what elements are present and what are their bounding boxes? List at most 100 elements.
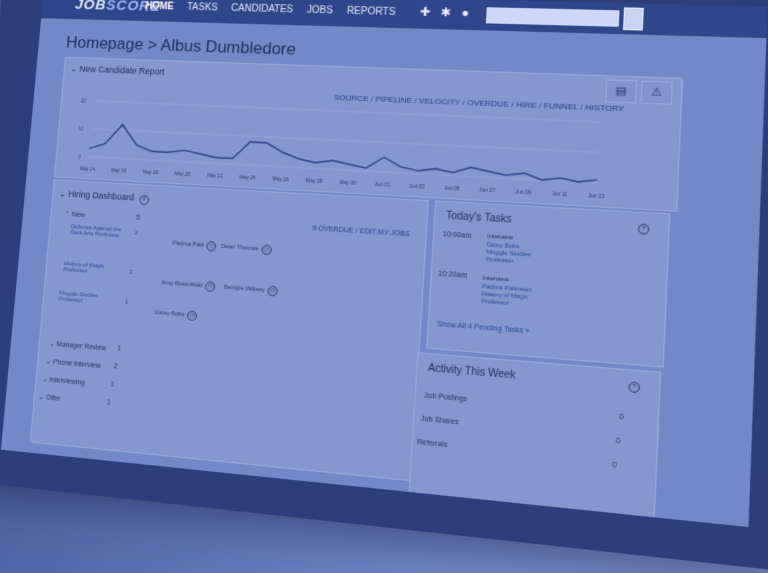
candidate-name: Benigie Wiltsey — [223, 284, 265, 294]
nav-home[interactable]: HOME — [145, 1, 174, 12]
candidate-chip[interactable]: Amy Rosenblatt ◷ — [161, 278, 216, 293]
report-header[interactable]: ⌄ New Candidate Report — [70, 64, 165, 78]
x-tick-label: May 14 — [79, 166, 95, 173]
stage-name: Interviewing — [49, 376, 86, 387]
candidate-name: Daisy Bobs — [154, 309, 185, 319]
y-tick-label: 0 — [78, 154, 81, 160]
x-tick-label: May 22 — [207, 173, 224, 180]
collapse-chevron-icon: ⌄ — [58, 188, 67, 199]
page-title: Homepage > Albus Dumbledore — [65, 33, 297, 59]
x-tick-label: Jun 05 — [444, 185, 461, 192]
stage-row[interactable]: ⌄ Interviewing — [42, 375, 85, 387]
overdue-edit-jobs-link[interactable]: 9 OVERDUE / EDIT MY JOBS — [312, 225, 410, 238]
task-line[interactable]: Professor — [481, 299, 509, 307]
gear-icon[interactable]: ✱ — [440, 5, 451, 19]
main-menu: HOME TASKS CANDIDATES JOBS REPORTS — [145, 1, 396, 18]
nav-reports[interactable]: REPORTS — [346, 6, 395, 18]
stage-name: Phone Interview — [52, 358, 101, 371]
nav-jobs[interactable]: JOBS — [306, 5, 333, 16]
activity-label: Job Postings — [424, 392, 468, 404]
stage-new-header[interactable]: ⌃ New — [64, 210, 85, 219]
hiring-header[interactable]: ⌄ Hiring Dashboard ? — [58, 188, 150, 206]
info-icon[interactable]: ? — [628, 381, 641, 394]
candidate-name: Padma Patil — [172, 240, 205, 249]
collapse-chevron-icon: ⌄ — [69, 63, 78, 74]
clock-icon: ◷ — [205, 281, 216, 293]
report-table-icon[interactable]: ▤ — [605, 79, 638, 104]
job-count-0: 2 — [134, 230, 139, 237]
job-title-1[interactable]: History of Magic Professor — [63, 261, 121, 277]
nav-icon-group: ✚ ✱ ● — [420, 5, 470, 20]
nav-candidates[interactable]: CANDIDATES — [231, 3, 294, 15]
stage-count: 1 — [110, 381, 115, 389]
activity-title-text: Activity This Week — [427, 362, 516, 382]
activity-value: 0 — [615, 437, 621, 446]
stage-count: 2 — [113, 363, 118, 371]
help-icon[interactable]: ● — [461, 6, 469, 20]
x-tick-label: Jun 07 — [479, 187, 496, 194]
task-type-0: Interview — [487, 233, 514, 242]
candidate-name: Dean Thomas — [220, 243, 259, 253]
task-type-1: Interview — [482, 275, 509, 284]
stage-row[interactable]: ⌄ Phone Interview — [45, 357, 100, 370]
clock-icon: ◷ — [260, 244, 272, 256]
x-tick-label: May 28 — [306, 178, 323, 185]
job-count-2: 1 — [124, 299, 129, 306]
job-title-2[interactable]: Muggle Studies Professor — [59, 291, 117, 307]
stage-name: Offer — [45, 394, 61, 403]
candidate-chip[interactable]: Padma Patil ◷ — [172, 239, 217, 252]
report-title: New Candidate Report — [79, 63, 166, 77]
stage-new-label: New — [71, 211, 86, 220]
stage-row[interactable]: ⌄ Offer — [38, 393, 61, 403]
nav-tasks[interactable]: TASKS — [187, 2, 218, 13]
x-tick-label: Jun 01 — [374, 182, 390, 189]
clock-icon: ◷ — [267, 285, 279, 297]
x-tick-label: Jun 11 — [551, 191, 568, 198]
job-count-1: 2 — [129, 269, 133, 276]
stage-new-count: 5 — [135, 214, 141, 222]
x-tick-label: May 20 — [174, 171, 191, 178]
hiring-title: Hiring Dashboard — [67, 188, 135, 203]
plus-icon[interactable]: ✚ — [420, 5, 431, 19]
search-input[interactable] — [485, 7, 620, 27]
stage-name: Manager Review — [56, 341, 107, 353]
y-tick-label: 10 — [78, 126, 84, 132]
stage-row[interactable]: ⌄ Manager Review — [49, 340, 107, 353]
screen: JOBSCORE HOME TASKS CANDIDATES JOBS REPO… — [0, 0, 768, 528]
show-all-tasks-link[interactable]: Show All 4 Pending Tasks » — [437, 321, 530, 335]
job-title-0[interactable]: Defense Against the Dark Arts Professor — [70, 224, 127, 239]
task-time-1: 10:20am — [437, 270, 468, 280]
tasks-title: Today's Tasks — [446, 210, 512, 225]
chart-y-ticks: 20 10 0 — [78, 98, 86, 160]
candidate-chip[interactable]: Daisy Bobs ◷ — [154, 308, 198, 322]
task-line[interactable]: Professor — [486, 257, 514, 265]
clock-icon: ◷ — [187, 310, 198, 322]
x-tick-label: May 26 — [272, 176, 289, 183]
stage-count: 1 — [116, 345, 122, 353]
candidate-name: Amy Rosenblatt — [161, 280, 203, 290]
x-tick-label: May 18 — [142, 169, 158, 176]
x-tick-label: May 30 — [339, 180, 356, 187]
tasks-title-text: Today's Tasks — [445, 210, 512, 226]
info-icon[interactable]: ? — [637, 223, 650, 235]
todays-tasks-panel: Today's Tasks ? 10:00am Interview Daisy … — [426, 200, 671, 368]
grid-line — [91, 129, 598, 153]
activity-label: Referrals — [416, 438, 448, 450]
top-navbar: JOBSCORE HOME TASKS CANDIDATES JOBS REPO… — [41, 0, 768, 39]
alert-icon[interactable]: ⚠ — [640, 80, 673, 105]
activity-value: 0 — [612, 461, 618, 470]
candidate-chip[interactable]: Benigie Wiltsey ◷ — [224, 283, 279, 297]
x-tick-label: Jun 03 — [409, 183, 425, 190]
avatar[interactable] — [622, 7, 644, 31]
clock-icon: ◷ — [206, 240, 217, 252]
collapse-chevron-icon: ⌃ — [64, 211, 71, 219]
activity-title: Activity This Week — [428, 363, 516, 382]
x-tick-label: Jun 13 — [588, 193, 605, 201]
logo-text-job: JOB — [74, 0, 107, 14]
chart-grid — [88, 101, 599, 183]
candidate-chip[interactable]: Dean Thomas ◷ — [220, 242, 272, 256]
info-icon[interactable]: ? — [138, 194, 150, 206]
x-tick-label: May 16 — [111, 168, 127, 175]
activity-value: 0 — [619, 413, 624, 422]
task-time-0: 10:00am — [442, 231, 472, 241]
